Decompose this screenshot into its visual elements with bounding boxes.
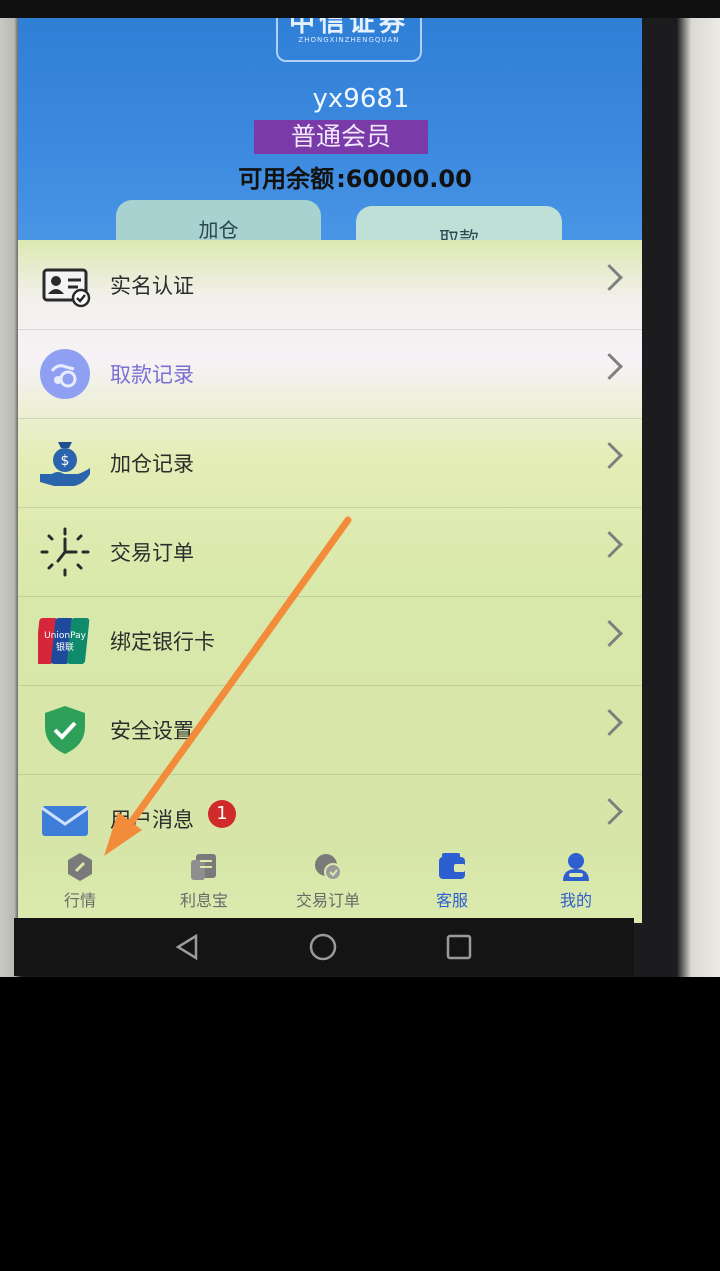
shield-check-icon [45,706,85,754]
tab-label-service: 客服 [435,891,468,910]
tab-market[interactable]: 行情 [18,845,142,923]
tab-orders[interactable]: 交易订单 [266,845,390,923]
menu-item-trade-orders[interactable]: 交易订单 [18,507,642,597]
menu-item-add-record[interactable]: $ 加仓记录 [18,418,642,508]
menu-label-bind-card: 绑定银行卡 [110,630,215,654]
unread-count-badge: 1 [208,800,236,828]
member-level-badge: 普通会员 [254,120,428,154]
tab-profile[interactable]: 我的 [514,845,638,923]
tab-label-profile: 我的 [559,891,592,910]
money-bag-hand-icon: $ [40,442,90,486]
menu-label-add-record: 加仓记录 [110,452,194,476]
chevron-right-icon [596,353,623,380]
balance-value: :60000.00 [336,165,472,193]
back-icon[interactable] [172,932,202,962]
id-card-icon [42,268,91,308]
menu-label-real-name: 实名认证 [110,274,194,298]
service-icon [439,853,465,879]
system-nav-bar [14,918,634,976]
account-menu: 实名认证 取款记录 $ 加仓记录 交易订单 UnionPay 银联 绑定银行卡 … [18,240,642,845]
menu-item-bind-card[interactable]: UnionPay 银联 绑定银行卡 [18,596,642,686]
svg-text:银联: 银联 [56,641,74,653]
interest-icon [191,854,216,880]
menu-label-security: 安全设置 [110,719,194,743]
unionpay-card-icon: UnionPay 银联 [38,618,90,664]
balance-label: 可用余额 [238,165,335,193]
profile-icon [563,853,589,881]
tab-interest[interactable]: 利息宝 [142,845,266,923]
home-icon[interactable] [308,932,338,962]
chevron-right-icon [596,620,623,647]
tab-service[interactable]: 客服 [390,845,514,923]
tab-label-market: 行情 [63,891,96,910]
menu-item-security[interactable]: 安全设置 [18,685,642,775]
profile-header: 中信证券 ZHONGXINZHENGQUAN yx9681 普通会员 可用余额:… [18,18,642,266]
tab-label-interest: 利息宝 [179,891,228,910]
menu-label-messages: 用户消息 [110,808,194,832]
app-logo: 中信证券 ZHONGXINZHENGQUAN [276,18,422,62]
recents-icon[interactable] [444,932,474,962]
menu-item-real-name[interactable]: 实名认证 [18,240,642,330]
chevron-right-icon [596,264,623,291]
market-icon [68,853,92,881]
top-edge [0,0,720,18]
username: yx9681 [312,84,410,114]
svg-text:$: $ [61,453,70,469]
clock-icon [40,527,90,577]
phone-screen: 中信证券 ZHONGXINZHENGQUAN yx9681 普通会员 可用余额:… [18,18,642,923]
orders-icon [315,854,342,881]
menu-item-withdraw-record[interactable]: 取款记录 [18,329,642,419]
bottom-tab-bar: 行情 利息宝 交易订单 客服 我的 [18,845,642,923]
withdraw-record-icon [40,349,90,399]
menu-label-withdraw-record: 取款记录 [110,363,194,387]
message-icon [41,806,89,836]
chevron-right-icon [596,798,623,825]
svg-text:UnionPay: UnionPay [44,631,87,641]
chevron-right-icon [596,531,623,558]
chevron-right-icon [596,442,623,469]
tab-label-orders: 交易订单 [295,891,360,910]
menu-label-trade-orders: 交易订单 [110,541,194,565]
available-balance: 可用余额:60000.00 [18,159,642,194]
menu-item-messages[interactable]: 用户消息 1 [18,774,642,845]
logo-subtitle: ZHONGXINZHENGQUAN [298,36,400,44]
chevron-right-icon [596,709,623,736]
